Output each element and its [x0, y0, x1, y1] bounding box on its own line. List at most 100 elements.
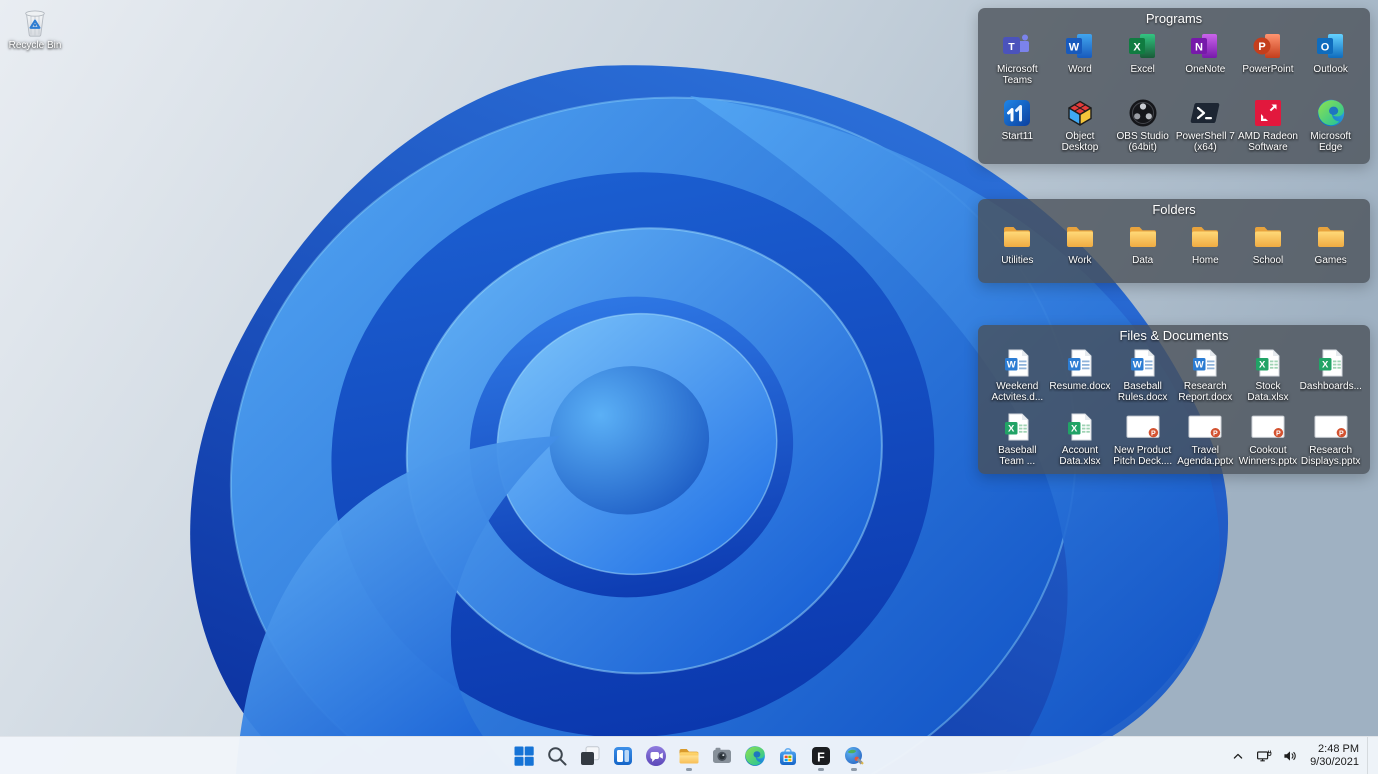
show-desktop-button[interactable] — [1367, 737, 1372, 774]
item-label: Baseball Team ... — [998, 445, 1037, 467]
item-label: PowerPoint — [1242, 64, 1294, 75]
chevron-up-icon — [1230, 748, 1246, 764]
desktop-folder-school[interactable]: School — [1237, 221, 1300, 276]
desktop-folder-work[interactable]: Work — [1049, 221, 1112, 276]
word-file-icon — [1063, 347, 1097, 379]
fence-title-folders[interactable]: Folders — [978, 199, 1370, 220]
tray-network-button[interactable] — [1252, 741, 1276, 771]
desktop-file-cookout-winners-pptx[interactable]: Cookout Winners.pptx — [1237, 411, 1300, 472]
running-indicator — [686, 768, 692, 771]
start11-icon — [1000, 97, 1034, 129]
explorer-icon — [677, 744, 701, 768]
item-label: Outlook — [1313, 64, 1348, 75]
desktop-folder-data[interactable]: Data — [1111, 221, 1174, 276]
onenote-icon — [1188, 30, 1222, 62]
desktop-file-dashboards[interactable]: Dashboards... — [1299, 347, 1362, 408]
tray-volume-button[interactable] — [1278, 741, 1302, 771]
excel-icon — [1126, 30, 1160, 62]
system-tray: 2:48 PM 9/30/2021 — [1226, 737, 1372, 774]
obs-icon — [1126, 97, 1160, 129]
item-label: Utilities — [1001, 255, 1034, 266]
desktop-folder-games[interactable]: Games — [1299, 221, 1362, 276]
item-label: Dashboards... — [1299, 381, 1362, 392]
item-label: Account Data.xlsx — [1059, 445, 1101, 467]
desktop-file-baseball-rules-docx[interactable]: Baseball Rules.docx — [1111, 347, 1174, 408]
teams-icon — [1000, 30, 1034, 62]
widgets-icon — [611, 744, 635, 768]
taskbar-microsoft-store-button[interactable] — [773, 739, 803, 772]
desktop-folder-home[interactable]: Home — [1174, 221, 1237, 276]
ppt-file-icon — [1126, 411, 1160, 443]
fence-grid-folders: Utilities Work Data Home School Games — [978, 220, 1370, 280]
tray-icons — [1226, 741, 1302, 771]
desktop-file-new-product-pitch-deck[interactable]: New Product Pitch Deck.... — [1111, 411, 1174, 472]
fence-title-files-documents[interactable]: Files & Documents — [978, 325, 1370, 346]
desktop-file-research-report-docx[interactable]: Research Report.docx — [1174, 347, 1237, 408]
taskbar-search-button[interactable] — [542, 739, 572, 772]
item-label: Games — [1314, 255, 1347, 266]
desktop-item-powerpoint[interactable]: PowerPoint — [1237, 30, 1300, 94]
taskbar-deskscapes-button[interactable] — [839, 739, 869, 772]
taskbar-camera-button[interactable] — [707, 739, 737, 772]
word-icon — [1063, 30, 1097, 62]
powerpoint-icon — [1251, 30, 1285, 62]
desktop-file-weekend-actvites-d[interactable]: Weekend Actvites.d... — [986, 347, 1049, 408]
folder-icon — [1063, 221, 1097, 253]
running-indicator — [851, 768, 857, 771]
network-icon — [1256, 748, 1272, 764]
taskbar-widgets-button[interactable] — [608, 739, 638, 772]
desktop-item-object-desktop[interactable]: Object Desktop — [1049, 97, 1112, 161]
item-label: Research Report.docx — [1178, 381, 1233, 403]
item-label: Cookout Winners.pptx — [1238, 445, 1298, 467]
desktop-file-stock-data-xlsx[interactable]: Stock Data.xlsx — [1237, 347, 1300, 408]
item-label: Start11 — [1001, 131, 1034, 142]
fence-programs: Programs Microsoft Teams Word Excel OneN… — [978, 8, 1370, 164]
desktop-item-onenote[interactable]: OneNote — [1174, 30, 1237, 94]
item-label: Microsoft Teams — [997, 64, 1038, 86]
taskbar-start-button[interactable] — [509, 739, 539, 772]
taskbar-center-icons — [0, 737, 1378, 774]
item-label: Work — [1068, 255, 1092, 266]
desktop-item-excel[interactable]: Excel — [1111, 30, 1174, 94]
desktop-file-travel-agenda-pptx[interactable]: Travel Agenda.pptx — [1174, 411, 1237, 472]
search-icon — [545, 744, 569, 768]
recycle-bin-icon — [19, 6, 51, 38]
desktop-file-account-data-xlsx[interactable]: Account Data.xlsx — [1049, 411, 1112, 472]
desktop-item-powershell-7-x64[interactable]: PowerShell 7 (x64) — [1174, 97, 1237, 161]
fence-title-programs[interactable]: Programs — [978, 8, 1370, 29]
item-label: Data — [1132, 255, 1154, 266]
tray-hidden-icons-button[interactable] — [1226, 741, 1250, 771]
desktop-icon-label: Recycle Bin — [8, 40, 62, 51]
desktop-item-microsoft-teams[interactable]: Microsoft Teams — [986, 30, 1049, 94]
fence-grid-files: Weekend Actvites.d... Resume.docx Baseba… — [978, 346, 1370, 476]
desktop-item-obs-studio-64bit[interactable]: OBS Studio (64bit) — [1111, 97, 1174, 161]
desktop-item-word[interactable]: Word — [1049, 30, 1112, 94]
taskbar-edge-button[interactable] — [740, 739, 770, 772]
running-indicator — [818, 768, 824, 771]
desktop-item-start11[interactable]: Start11 — [986, 97, 1049, 161]
desktop-item-outlook[interactable]: Outlook — [1299, 30, 1362, 94]
desktop-item-microsoft-edge[interactable]: Microsoft Edge — [1299, 97, 1362, 161]
desktop-file-baseball-team[interactable]: Baseball Team ... — [986, 411, 1049, 472]
taskbar-chat-button[interactable] — [641, 739, 671, 772]
item-label: School — [1252, 255, 1284, 266]
desktop-file-resume-docx[interactable]: Resume.docx — [1049, 347, 1112, 408]
desktop-item-amd-radeon-software[interactable]: AMD Radeon Software — [1237, 97, 1300, 161]
taskbar-clock[interactable]: 2:48 PM 9/30/2021 — [1304, 741, 1365, 771]
excel-file-icon — [1000, 411, 1034, 443]
item-label: PowerShell 7 (x64) — [1175, 131, 1235, 153]
folder-icon — [1251, 221, 1285, 253]
taskbar-fences-button[interactable] — [806, 739, 836, 772]
taskbar-file-explorer-button[interactable] — [674, 739, 704, 772]
objectdesktop-icon — [1063, 97, 1097, 129]
item-label: Excel — [1130, 64, 1155, 75]
desktop-icon-recycle-bin[interactable]: Recycle Bin — [4, 6, 66, 51]
folder-icon — [1000, 221, 1034, 253]
item-label: Home — [1191, 255, 1219, 266]
desktop-file-research-displays-pptx[interactable]: Research Displays.pptx — [1299, 411, 1362, 472]
folder-icon — [1314, 221, 1348, 253]
taskbar-task-view-button[interactable] — [575, 739, 605, 772]
item-label: Baseball Rules.docx — [1117, 381, 1168, 403]
item-label: OBS Studio (64bit) — [1116, 131, 1169, 153]
desktop-folder-utilities[interactable]: Utilities — [986, 221, 1049, 276]
